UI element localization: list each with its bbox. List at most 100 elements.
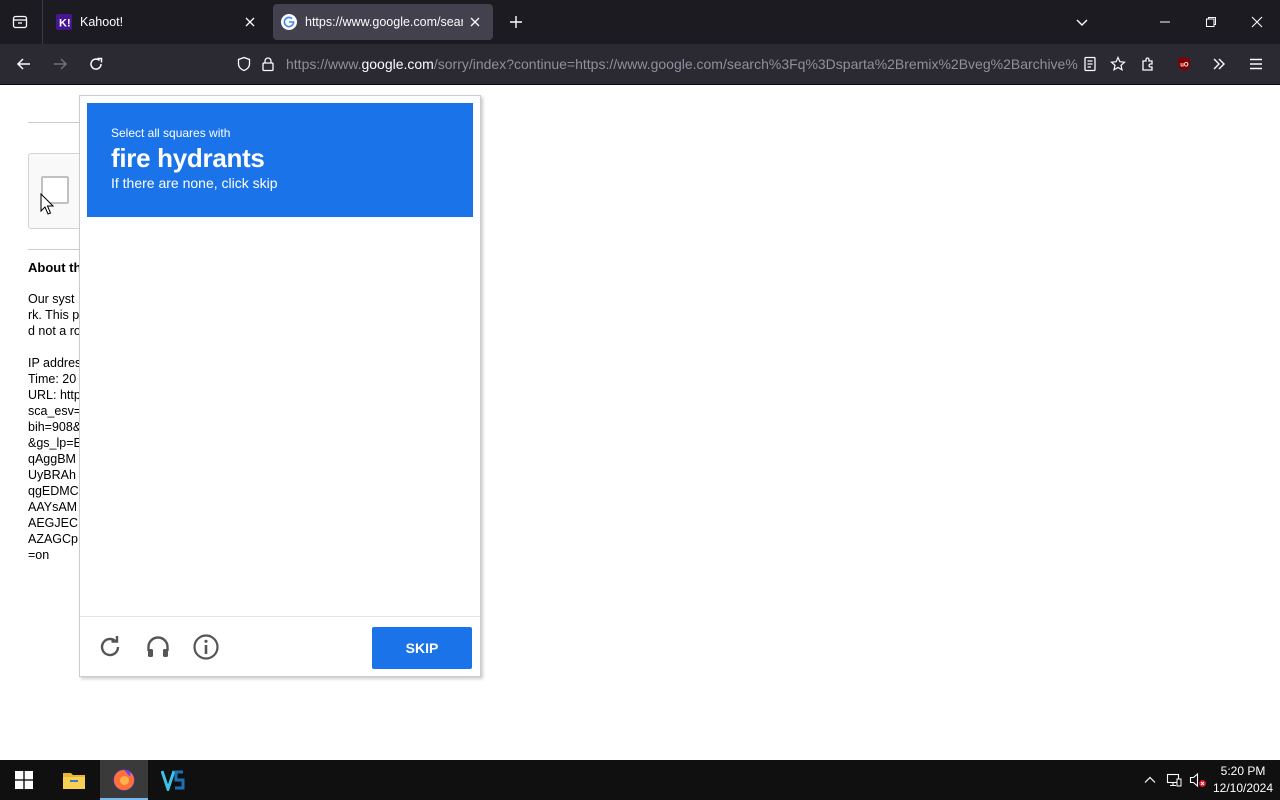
kahoot-icon: K! [56, 14, 72, 30]
challenge-header: Select all squares with fire hydrants If… [87, 103, 473, 217]
restore-button[interactable] [1195, 6, 1227, 38]
info-line: rk. This p [28, 308, 80, 322]
svg-text:K!: K! [59, 18, 71, 30]
tab-kahoot[interactable]: K! Kahoot! [48, 4, 268, 40]
ublock-origin-icon: uO [1178, 57, 1190, 71]
info-line: sca_esv= [28, 404, 80, 418]
challenge-footer: SKIP [80, 616, 480, 676]
info-line [28, 339, 80, 355]
firefox-view-icon [12, 15, 28, 29]
divider [28, 249, 80, 250]
list-all-tabs-button[interactable] [1066, 6, 1098, 38]
reload-button[interactable] [80, 48, 112, 80]
info-line: UyBRAh [28, 468, 76, 482]
minimize-button[interactable] [1149, 6, 1181, 38]
reader-view-icon[interactable] [1078, 52, 1102, 76]
tab-title: https://www.google.com/search?q=sparta+r… [305, 15, 463, 29]
show-hidden-icons-button[interactable] [1140, 770, 1160, 790]
info-line: &gs_lp=E [28, 436, 80, 450]
network-tray-button[interactable] [1164, 770, 1184, 790]
back-button[interactable] [8, 48, 40, 80]
info-line: =on [28, 548, 50, 562]
info-line: bih=908& [28, 420, 80, 434]
double-chevron-right-icon [1213, 58, 1225, 70]
recaptcha-challenge-dialog: Select all squares with fire hydrants If… [79, 95, 481, 677]
divider [28, 122, 80, 123]
overflow-menu-button[interactable] [1203, 48, 1235, 80]
forward-button[interactable] [44, 48, 76, 80]
skip-button[interactable]: SKIP [372, 627, 472, 669]
system-clock[interactable]: 5:20 PM 12/10/2024 [1208, 763, 1278, 797]
tracking-protection-icon[interactable] [232, 52, 256, 76]
app-taskbar-button[interactable] [150, 760, 198, 800]
tab-separator [42, 0, 43, 44]
forward-arrow-icon [54, 58, 68, 70]
firefox-icon [113, 769, 135, 791]
firefox-view-button[interactable] [4, 6, 36, 38]
info-icon [193, 634, 219, 660]
url-text[interactable]: https://www.google.com/sorry/index?conti… [286, 56, 1078, 72]
close-tab-icon[interactable] [238, 10, 262, 34]
new-tab-button[interactable] [502, 8, 530, 36]
info-line: AZAGCp [28, 532, 79, 546]
reload-challenge-button[interactable] [94, 631, 126, 663]
svg-text:uO: uO [1180, 63, 1189, 69]
reload-icon [90, 57, 103, 70]
volume-muted-icon [1189, 772, 1206, 788]
extensions-button[interactable] [1132, 48, 1164, 80]
info-line: AEGJEC [28, 516, 79, 530]
folder-icon [63, 773, 85, 789]
close-window-button[interactable] [1241, 6, 1273, 38]
volume-tray-button[interactable] [1188, 770, 1208, 790]
url-host: google.com [361, 56, 434, 72]
back-arrow-icon [16, 58, 30, 70]
reload-icon [100, 636, 120, 657]
challenge-instruction: Select all squares with [111, 126, 231, 140]
bookmark-star-icon[interactable] [1106, 52, 1130, 76]
request-info-text: Our syst rk. This p d not a ro IP addres… [28, 291, 80, 563]
restore-icon [1206, 17, 1216, 27]
app-icon [161, 770, 185, 791]
app-menu-button[interactable] [1240, 48, 1272, 80]
puzzle-icon [1142, 57, 1153, 71]
ublock-origin-button[interactable]: uO [1168, 48, 1200, 80]
audio-challenge-button[interactable] [142, 631, 174, 663]
info-line: qAggBM [28, 452, 76, 466]
challenge-hint: If there are none, click skip [111, 175, 278, 191]
tab-title: Kahoot! [80, 15, 124, 29]
clock-time: 5:20 PM [1220, 764, 1266, 778]
info-line: AAYsAM [28, 500, 78, 514]
info-line: d not a ro [28, 324, 80, 338]
hamburger-menu-icon [1250, 58, 1262, 70]
headphones-icon [147, 636, 169, 657]
help-button[interactable] [190, 631, 222, 663]
url-prefix: https://www. [286, 56, 362, 72]
firefox-taskbar-button[interactable] [100, 760, 148, 800]
page-content: About this page Our syst rk. This p d no… [0, 85, 1280, 760]
minimize-icon [1160, 21, 1170, 23]
close-tab-icon[interactable] [463, 10, 487, 34]
plus-icon [510, 16, 522, 28]
lock-icon[interactable] [256, 52, 280, 76]
info-line: URL: http [28, 388, 80, 402]
challenge-target: fire hydrants [111, 143, 265, 173]
info-line: Our syst [28, 292, 75, 306]
address-bar[interactable]: https://www.google.com/sorry/index?conti… [228, 48, 1132, 80]
chevron-up-icon [1144, 776, 1156, 783]
clock-date: 12/10/2024 [1212, 781, 1274, 795]
windows-taskbar: 5:20 PM 12/10/2024 [0, 760, 1280, 800]
network-icon [1166, 773, 1182, 787]
info-line: IP addres [28, 356, 80, 370]
close-icon [1251, 16, 1263, 28]
start-button[interactable] [0, 760, 48, 800]
navigation-toolbar: https://www.google.com/sorry/index?conti… [0, 44, 1280, 85]
tab-google[interactable]: https://www.google.com/search?q=sparta+r… [273, 4, 493, 40]
url-path: /sorry/index?continue=https://www.google… [433, 56, 1078, 72]
google-icon [281, 14, 297, 30]
tab-strip: K! Kahoot! https://www.google.com/search… [0, 0, 1280, 44]
mouse-cursor-icon [40, 193, 54, 215]
windows-logo-icon [15, 771, 33, 789]
file-explorer-taskbar-button[interactable] [50, 760, 98, 800]
chevron-down-icon [1076, 19, 1088, 26]
info-line: qgEDMC [28, 484, 79, 498]
